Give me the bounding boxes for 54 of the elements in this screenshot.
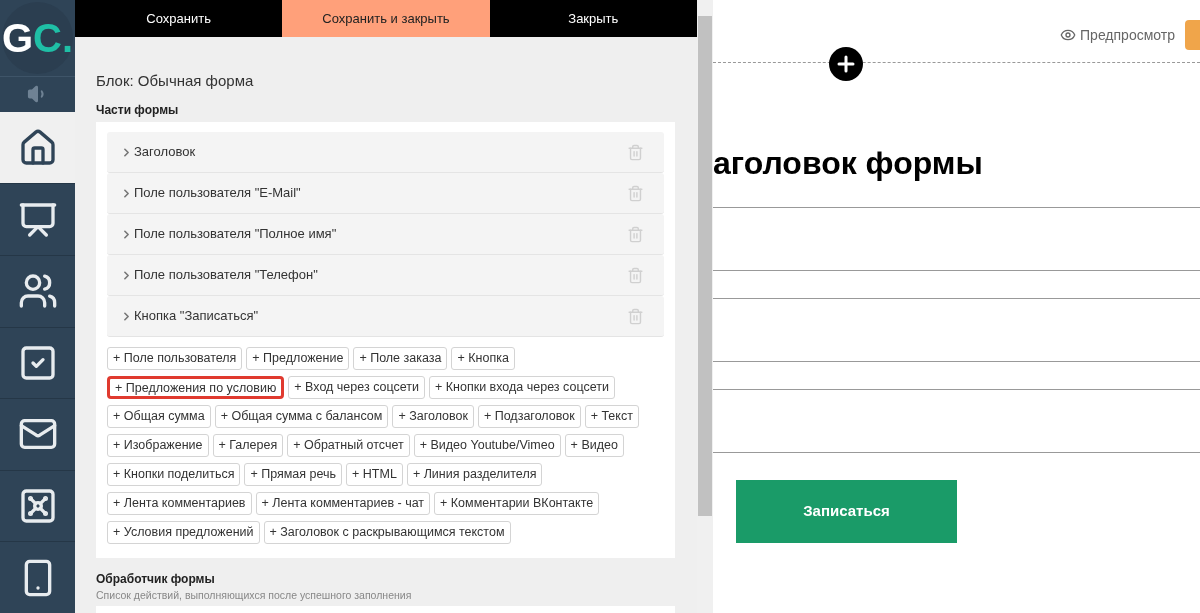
form-title: аголовок формы [713,147,984,179]
add-part-button[interactable]: + Вход через соцсети [288,376,425,399]
add-part-button[interactable]: + Видео Youtube/Vimeo [413,434,561,457]
add-block-button[interactable] [829,47,863,81]
form-part-row[interactable]: Заголовок [107,132,664,173]
add-part-button[interactable]: + Лента комментариев - чат [255,492,431,515]
add-part-button[interactable]: + Текст [584,405,639,428]
add-part-button[interactable]: + Общая сумма с балансом [214,405,389,428]
add-part-button[interactable]: + Галерея [212,434,284,457]
add-part-button[interactable]: + Условия предложений [107,521,260,544]
section-heading: Части формы [96,102,180,119]
add-part-button[interactable]: + Прямая речь [244,463,343,486]
submit-button[interactable]: Записаться [736,480,957,543]
section-heading: Обработчик формы [96,571,216,588]
add-part-button[interactable]: + Предложение [246,347,350,370]
part-label: Заголовок [134,143,196,162]
part-label: Поле пользователя "Полное имя" [134,225,337,244]
add-part-button[interactable]: + Обратный отсчет [287,434,410,457]
add-part-button[interactable]: + Линия разделителя [406,463,543,486]
add-part-button[interactable]: + Поле пользователя [107,347,243,370]
eye-icon [1060,27,1077,43]
add-part-button[interactable]: + Видео [564,434,624,457]
sidebar-item[interactable] [0,111,75,184]
input-field[interactable] [713,298,1200,362]
input-field[interactable] [713,389,1200,453]
add-part-button[interactable]: + Кнопка [451,347,515,370]
form-part-row[interactable]: Поле пользователя "E-Mail" [107,173,664,214]
logo[interactable]: GC. [2,2,73,74]
input-field[interactable] [713,207,1200,271]
preview-link[interactable]: Предпросмотр [1060,24,1175,46]
add-part-button[interactable]: + Общая сумма [107,405,211,428]
add-part-button[interactable]: + Кнопки входа через соцсети [429,376,615,399]
add-part-button[interactable]: + Предложения по условию [107,376,285,399]
part-label: Поле пользователя "E-Mail" [134,184,301,203]
section-hint: Список действий, выполняющихся после успешного заполнения [96,588,413,603]
part-label: Кнопка "Записаться" [134,307,259,326]
add-part-button[interactable]: + Комментарии ВКонтакте [434,492,600,515]
toolbar-button[interactable]: Закрыть [489,0,697,37]
add-part-button[interactable]: + Подзаголовок [477,405,581,428]
form-part-row[interactable]: Поле пользователя "Полное имя" [107,214,664,255]
add-part-button[interactable]: + Лента комментариев [107,492,252,515]
add-part-button[interactable]: + Заголовок [392,405,474,428]
add-part-button[interactable]: + Кнопки поделиться [107,463,241,486]
add-part-button[interactable]: + Изображение [107,434,209,457]
add-part-button[interactable]: + HTML [346,463,403,486]
scrollbar[interactable] [697,0,713,613]
toolbar-button[interactable]: Сохранить и закрыть [282,0,490,37]
add-part-button[interactable]: + Поле заказа [353,347,448,370]
part-label: Поле пользователя "Телефон" [134,266,318,285]
block-title: Блок: Обычная форма [96,73,255,88]
form-part-row[interactable]: Поле пользователя "Телефон" [107,255,664,296]
add-part-button[interactable]: + Заголовок с раскрывающимся текстом [263,521,511,544]
toolbar-button[interactable]: Сохранить [75,0,283,37]
form-part-row[interactable]: Кнопка "Записаться" [107,296,664,337]
